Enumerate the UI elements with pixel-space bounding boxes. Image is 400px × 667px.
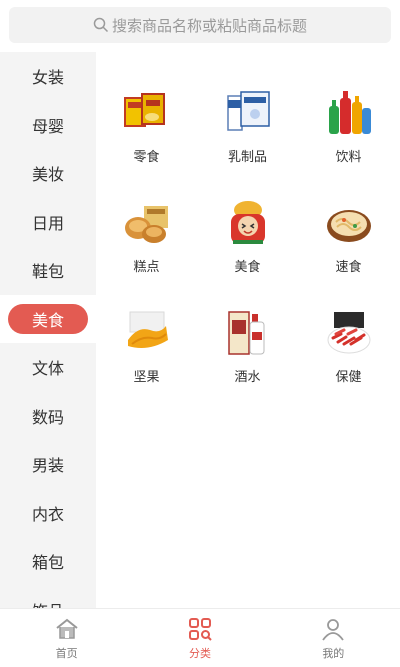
user-icon — [322, 618, 345, 641]
subcategory-instant-food[interactable]: 速食 — [298, 190, 399, 286]
nuts-thumbnail — [127, 311, 168, 348]
search-placeholder: 搜索商品名称或粘贴商品标题 — [111, 16, 307, 35]
tab-home[interactable]: 首页 — [17, 616, 117, 661]
category-content: 零食 乳制品 饮料 糕点 美食 速食 坚果 酒水 保健 — [96, 52, 400, 608]
subcategory-label: 保健 — [335, 370, 362, 385]
instant-food-thumbnail — [326, 210, 371, 242]
tab-label: 我的 — [322, 646, 345, 660]
category-grid-icon — [188, 617, 212, 641]
subcategory-label: 速食 — [335, 260, 362, 275]
subcategory-snacks[interactable]: 零食 — [96, 80, 197, 176]
subcategory-label: 饮料 — [335, 150, 362, 165]
snacks-thumbnail — [123, 93, 165, 127]
subcategory-nuts[interactable]: 坚果 — [96, 300, 197, 396]
sidebar-item-mens[interactable]: 男装 — [0, 440, 96, 489]
tab-profile[interactable]: 我的 — [283, 616, 383, 661]
sidebar-item-label: 美妆 — [31, 165, 64, 185]
subcategory-delicacies[interactable]: 美食 — [197, 190, 298, 286]
subcategory-label: 糕点 — [133, 260, 160, 275]
sidebar-item-womens[interactable]: 女装 — [0, 52, 96, 101]
dairy-thumbnail — [226, 91, 270, 131]
sidebar-item-label: 文体 — [31, 359, 64, 379]
tab-label: 分类 — [188, 646, 211, 660]
sidebar-item-shoes-bags[interactable]: 鞋包 — [0, 246, 96, 295]
subcategory-grid: 零食 乳制品 饮料 糕点 美食 速食 坚果 酒水 保健 — [96, 80, 400, 396]
sidebar-item-underwear[interactable]: 内衣 — [0, 489, 96, 538]
sidebar-item-stationery[interactable]: 文体 — [0, 343, 96, 392]
sidebar-item-daily[interactable]: 日用 — [0, 198, 96, 247]
sidebar-item-label: 饰品 — [32, 598, 64, 608]
subcategory-label: 零食 — [133, 150, 160, 165]
subcategory-label: 酒水 — [234, 370, 261, 385]
subcategory-pastry[interactable]: 糕点 — [96, 190, 197, 286]
sidebar-item-label: 美食 — [8, 303, 88, 334]
subcategory-drinks[interactable]: 饮料 — [298, 80, 399, 176]
sidebar-item-beauty[interactable]: 美妆 — [0, 149, 96, 198]
delicacies-thumbnail — [230, 201, 265, 244]
bottom-tab-bar: 首页 分类 我的 — [0, 608, 400, 667]
subcategory-label: 坚果 — [133, 370, 160, 385]
search-icon — [93, 17, 109, 33]
tab-label: 首页 — [55, 646, 78, 660]
sidebar-item-digital[interactable]: 数码 — [0, 392, 96, 441]
sidebar-item-label: 内衣 — [31, 504, 64, 524]
subcategory-alcohol[interactable]: 酒水 — [197, 300, 298, 396]
sidebar-item-accessories[interactable]: 饰品 — [0, 586, 96, 608]
subcategory-label: 美食 — [234, 260, 261, 275]
alcohol-thumbnail — [227, 311, 264, 355]
drinks-thumbnail — [328, 91, 371, 134]
sidebar-item-food[interactable]: 美食 — [0, 294, 96, 343]
sidebar-item-label: 母婴 — [31, 116, 64, 136]
sidebar-item-label: 箱包 — [31, 553, 64, 573]
top-bar: 搜索商品名称或粘贴商品标题 — [0, 0, 400, 52]
home-icon — [56, 618, 78, 639]
subcategory-dairy[interactable]: 乳制品 — [197, 80, 298, 176]
subcategory-label: 乳制品 — [227, 150, 267, 165]
search-input[interactable]: 搜索商品名称或粘贴商品标题 — [9, 7, 391, 43]
sidebar-item-label: 鞋包 — [31, 262, 64, 282]
tab-category[interactable]: 分类 — [150, 616, 250, 661]
category-sidebar[interactable]: 女装 母婴 美妆 日用 鞋包 美食 文体 数码 男装 内衣 箱包 饰品 — [0, 52, 96, 608]
sidebar-item-luggage[interactable]: 箱包 — [0, 537, 96, 586]
sidebar-item-baby[interactable]: 母婴 — [0, 101, 96, 150]
health-thumbnail — [327, 312, 370, 354]
pastry-thumbnail — [124, 206, 168, 243]
sidebar-item-label: 日用 — [31, 213, 64, 233]
sidebar-item-label: 数码 — [31, 407, 64, 427]
sidebar-item-label: 男装 — [31, 456, 64, 476]
sidebar-item-label: 女装 — [31, 68, 64, 88]
subcategory-health[interactable]: 保健 — [298, 300, 399, 396]
